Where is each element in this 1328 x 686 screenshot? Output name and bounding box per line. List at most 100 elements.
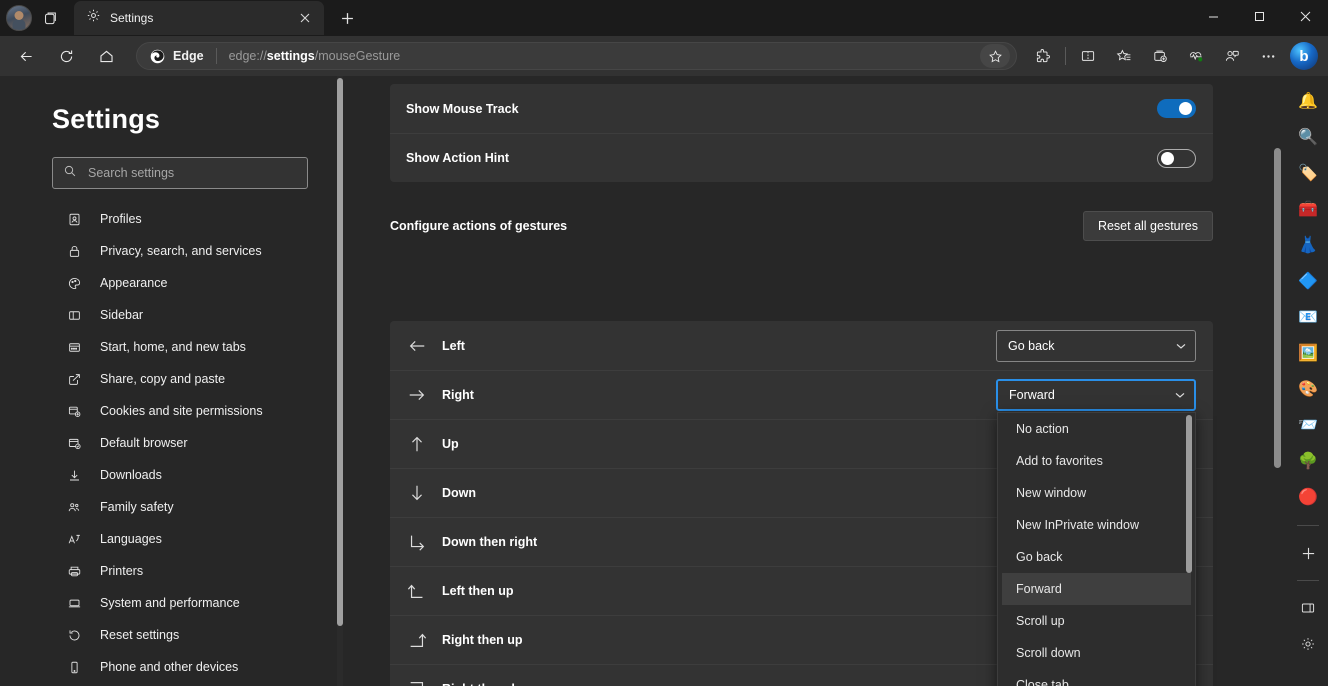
sidebar-item-system-performance[interactable]: System and performance (0, 587, 345, 619)
sidebar-item-label: Phone and other devices (100, 660, 238, 674)
edge-label: Edge (173, 49, 204, 63)
gesture-action-dropdown[interactable]: No action Add to favorites New window Ne… (997, 412, 1196, 686)
sidebar-item-start-home[interactable]: Start, home, and new tabs (0, 331, 345, 363)
profile-icon (66, 211, 82, 227)
sidebar-scrollbar-thumb[interactable] (337, 78, 343, 626)
window-controls (1190, 0, 1328, 32)
browser-tab-settings[interactable]: Settings (74, 1, 324, 35)
gesture-action-select-right[interactable]: Forward (996, 379, 1196, 411)
split-pane-icon[interactable] (1294, 594, 1322, 622)
browser-toolbar: Edge edge://settings/mouseGesture (0, 36, 1328, 76)
setting-row-show-action-hint: Show Action Hint (390, 133, 1213, 182)
sidebar-item-profiles[interactable]: Profiles (0, 203, 345, 235)
settings-nav-list: Profiles Privacy, search, and services A… (0, 203, 345, 683)
reset-all-gestures-button[interactable]: Reset all gestures (1083, 211, 1213, 241)
sidebar-settings-gear-icon[interactable] (1294, 630, 1322, 658)
maximize-button[interactable] (1236, 0, 1282, 32)
printer-icon (66, 563, 82, 579)
back-button[interactable] (9, 41, 43, 71)
tools-toolbox-icon[interactable]: 🧰 (1294, 196, 1322, 224)
add-favorite-icon[interactable] (980, 44, 1010, 68)
sidebar-item-phone-devices[interactable]: Phone and other devices (0, 651, 345, 683)
discover-search-icon[interactable]: 🔍 (1294, 124, 1322, 152)
sidebar-item-cookies[interactable]: Cookies and site permissions (0, 395, 345, 427)
notifications-bell-icon[interactable]: 🔔 (1294, 88, 1322, 116)
sidebar-item-family-safety[interactable]: Family safety (0, 491, 345, 523)
dropdown-option-forward[interactable]: Forward (1002, 573, 1191, 605)
paper-plane-icon[interactable]: 📨 (1294, 412, 1322, 440)
more-options-icon[interactable] (1252, 41, 1284, 71)
dropdown-scrollbar-thumb[interactable] (1186, 415, 1192, 573)
drop-icon[interactable]: 🔴 (1294, 484, 1322, 512)
copilot-icon[interactable]: b (1290, 42, 1318, 70)
corner-right-down-icon (406, 678, 428, 686)
dropdown-option-scroll-up[interactable]: Scroll up (1002, 605, 1191, 637)
tab-search-icon[interactable] (34, 3, 68, 33)
games-character-icon[interactable]: 👗 (1294, 232, 1322, 260)
chevron-down-icon (1174, 389, 1186, 401)
sidebar-item-sidebar[interactable]: Sidebar (0, 299, 345, 331)
sidebar-item-default-browser[interactable]: Default browser (0, 427, 345, 459)
dropdown-option-go-back[interactable]: Go back (1002, 541, 1191, 573)
dropdown-option-new-inprivate-window[interactable]: New InPrivate window (1002, 509, 1191, 541)
extensions-icon[interactable] (1027, 41, 1059, 71)
add-sidebar-app-button[interactable] (1294, 539, 1322, 567)
close-window-button[interactable] (1282, 0, 1328, 32)
gesture-action-select-left[interactable]: Go back (996, 330, 1196, 362)
phone-icon (66, 659, 82, 675)
gesture-label: Left (442, 339, 996, 353)
gesture-row-left: Left Go back (390, 321, 1213, 370)
tab-title: Settings (110, 11, 285, 25)
microsoft-365-icon[interactable]: 🔷 (1294, 268, 1322, 296)
gesture-label: Right (442, 388, 996, 402)
minimize-button[interactable] (1190, 0, 1236, 32)
tab-close-button[interactable] (294, 7, 316, 29)
arrow-up-icon (406, 433, 428, 455)
download-icon (66, 467, 82, 483)
sidebar-divider (1297, 525, 1319, 526)
new-tab-button[interactable] (332, 3, 362, 33)
favorites-icon[interactable] (1108, 41, 1140, 71)
sidebar-item-label: Family safety (100, 500, 174, 514)
image-editor-icon[interactable]: 🎨 (1294, 376, 1322, 404)
sidebar-item-appearance[interactable]: Appearance (0, 267, 345, 299)
edge-right-sidebar: 🔔 🔍 🏷️ 🧰 👗 🔷 📧 🖼️ 🎨 📨 🌳 🔴 (1288, 76, 1328, 686)
dropdown-option-scroll-down[interactable]: Scroll down (1002, 637, 1191, 669)
outlook-icon[interactable]: 📧 (1294, 304, 1322, 332)
sidebar-item-label: Sidebar (100, 308, 143, 322)
dropdown-option-add-to-favorites[interactable]: Add to favorites (1002, 445, 1191, 477)
split-screen-icon[interactable] (1072, 41, 1104, 71)
show-action-hint-toggle[interactable] (1157, 149, 1196, 168)
search-settings-input[interactable]: Search settings (52, 157, 308, 189)
sidebar-item-printers[interactable]: Printers (0, 555, 345, 587)
laptop-icon (66, 595, 82, 611)
refresh-button[interactable] (49, 41, 83, 71)
sidebar-item-label: Cookies and site permissions (100, 404, 263, 418)
home-button[interactable] (89, 41, 123, 71)
browser-essentials-icon[interactable] (1180, 41, 1212, 71)
address-bar[interactable]: Edge edge://settings/mouseGesture (136, 42, 1017, 70)
sidebar-item-share-copy-paste[interactable]: Share, copy and paste (0, 363, 345, 395)
show-mouse-track-toggle[interactable] (1157, 99, 1196, 118)
tree-icon[interactable]: 🌳 (1294, 448, 1322, 476)
collections-icon[interactable] (1144, 41, 1176, 71)
toolbar-separator (1065, 47, 1066, 65)
select-value: Go back (1008, 339, 1175, 353)
sidebar-item-languages[interactable]: Languages (0, 523, 345, 555)
toggle-knob (1179, 102, 1192, 115)
palette-icon (66, 275, 82, 291)
dropdown-option-no-action[interactable]: No action (1002, 413, 1191, 445)
sidebar-item-privacy[interactable]: Privacy, search, and services (0, 235, 345, 267)
image-creator-icon[interactable]: 🖼️ (1294, 340, 1322, 368)
share-icon[interactable] (1216, 41, 1248, 71)
shopping-tag-icon[interactable]: 🏷️ (1294, 160, 1322, 188)
section-title: Configure actions of gestures (390, 219, 1083, 233)
dropdown-option-new-window[interactable]: New window (1002, 477, 1191, 509)
sidebar-item-reset-settings[interactable]: Reset settings (0, 619, 345, 651)
sidebar-item-label: Share, copy and paste (100, 372, 225, 386)
sidebar-item-downloads[interactable]: Downloads (0, 459, 345, 491)
cookies-icon (66, 403, 82, 419)
page-scrollbar-thumb[interactable] (1274, 148, 1281, 468)
avatar[interactable] (6, 5, 32, 31)
dropdown-option-close-tab[interactable]: Close tab (1002, 669, 1191, 686)
